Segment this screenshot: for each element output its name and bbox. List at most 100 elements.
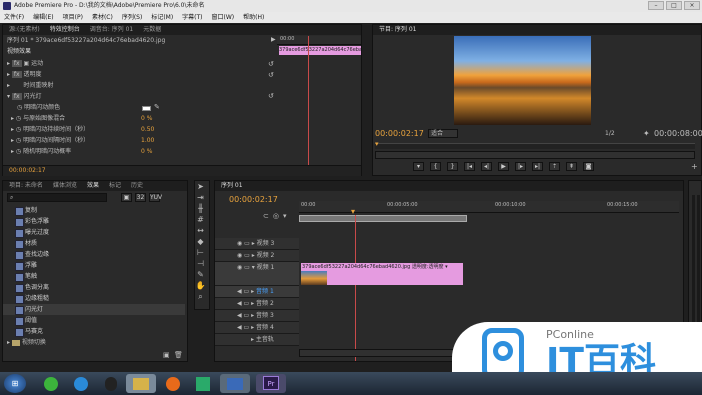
step-forward-button[interactable]: |▸ <box>515 162 526 171</box>
tab-media-browser[interactable]: 媒体浏览 <box>53 181 77 191</box>
effects-search-input[interactable]: ⌕ <box>7 193 107 202</box>
maximize-button[interactable]: □ <box>666 1 682 10</box>
ripple-edit-tool-icon[interactable]: ╫ <box>195 203 206 214</box>
menu-sequence[interactable]: 序列(S) <box>122 12 143 23</box>
delete-icon[interactable]: 🗑 <box>174 351 183 359</box>
track-header-video-2[interactable]: ◉ ▭ ▸ 视频 2 <box>215 250 299 262</box>
list-item[interactable]: 彩色浮雕 <box>3 216 185 227</box>
lift-button[interactable]: ⇡ <box>549 162 560 171</box>
hand-tool-icon[interactable]: ✋ <box>195 280 206 291</box>
list-item[interactable]: 浮雕 <box>3 260 185 271</box>
track-header-audio-3[interactable]: ◀ ▭ ▸ 音频 3 <box>215 310 299 322</box>
track-select-tool-icon[interactable]: ⇥ <box>195 192 206 203</box>
mark-in-button[interactable]: { <box>430 162 441 171</box>
taskbar-app-icon[interactable] <box>96 374 126 393</box>
taskbar-explorer-icon[interactable] <box>126 374 156 393</box>
timeline-ruler[interactable]: 00:00 00:00:05:00 00:00:10:00 00:00:15:0… <box>299 201 679 213</box>
track-header-audio-2[interactable]: ◀ ▭ ▸ 音频 2 <box>215 298 299 310</box>
param-blend-value[interactable]: 0 % <box>141 114 152 124</box>
tab-metadata[interactable]: 元数据 <box>143 25 161 35</box>
add-marker-icon[interactable]: ▾ <box>283 212 287 220</box>
menu-edit[interactable]: 编辑(E) <box>33 12 53 23</box>
snap-icon[interactable]: ⊂ <box>263 212 269 220</box>
taskbar-browser-icon[interactable] <box>158 374 188 393</box>
track-header-audio-4[interactable]: ◀ ▭ ▸ 音频 4 <box>215 322 299 334</box>
list-item[interactable]: 阈值 <box>3 315 185 326</box>
list-item[interactable]: 色调分离 <box>3 282 185 293</box>
param-probability-value[interactable]: 0 % <box>141 147 152 157</box>
slip-tool-icon[interactable]: ⊢ <box>195 247 206 258</box>
32bit-filter-button[interactable]: 32 <box>135 193 146 202</box>
menu-title[interactable]: 字幕(T) <box>182 12 202 23</box>
list-item[interactable]: 边缘粗糙 <box>3 293 185 304</box>
add-button[interactable]: + <box>691 162 698 171</box>
step-back-button[interactable]: ◂| <box>481 162 492 171</box>
play-button[interactable]: ▶ <box>498 162 509 171</box>
list-item[interactable]: 笔触 <box>3 271 185 282</box>
export-frame-button[interactable]: ◙ <box>583 162 594 171</box>
tab-effects[interactable]: 效果 <box>87 181 99 191</box>
pen-tool-icon[interactable]: ✎ <box>195 269 206 280</box>
tab-audio-mixer[interactable]: 调音台: 序列 01 <box>90 25 133 35</box>
menu-window[interactable]: 窗口(W) <box>212 12 235 23</box>
selection-tool-icon[interactable]: ➤ <box>195 181 206 192</box>
track-header-video-1[interactable]: ◉ ▭ ▾ 视频 1 <box>215 262 299 286</box>
mark-out-button[interactable]: } <box>447 162 458 171</box>
effect-motion[interactable]: ▸ fx ▣ 运动 <box>7 59 277 69</box>
effect-strobe[interactable]: ▾ fx 闪光灯 <box>7 92 277 102</box>
menu-file[interactable]: 文件(F) <box>4 12 24 23</box>
effect-opacity[interactable]: ▸ fx 透明度 <box>7 70 277 80</box>
folder-video-transitions[interactable]: ▸ 视频切换 <box>7 338 183 348</box>
start-button[interactable]: ⊞ <box>4 374 26 393</box>
param-duration-value[interactable]: 0.50 <box>141 125 154 135</box>
taskbar-window-icon[interactable] <box>220 374 250 393</box>
play-only-icon[interactable]: ▶ <box>271 36 276 43</box>
menu-clip[interactable]: 素材(C) <box>92 12 113 23</box>
extract-button[interactable]: ⇞ <box>566 162 577 171</box>
tab-markers[interactable]: 标记 <box>109 181 121 191</box>
marker-button[interactable]: ▾ <box>413 162 424 171</box>
zoom-tool-icon[interactable]: ⌕ <box>195 291 206 302</box>
tab-history[interactable]: 历史 <box>131 181 143 191</box>
resolution-dropdown[interactable]: 1/2 <box>605 130 615 137</box>
work-area-bar[interactable] <box>299 215 467 222</box>
reset-icon[interactable]: ↺ <box>268 92 274 100</box>
minimize-button[interactable]: – <box>648 1 664 10</box>
param-interval-value[interactable]: 1.00 <box>141 136 154 146</box>
list-item[interactable]: 复制 <box>3 205 185 216</box>
taskbar-app-icon[interactable] <box>188 374 218 393</box>
go-to-out-button[interactable]: ▸| <box>532 162 543 171</box>
yuv-filter-button[interactable]: YUV <box>149 193 162 202</box>
video-clip[interactable]: 379ace6df53227a204d64c76ebad4620.jpg 透明度… <box>301 263 463 285</box>
link-icon[interactable]: ◎ <box>273 212 279 220</box>
reset-icon[interactable]: ↺ <box>268 71 274 79</box>
track-header-video-3[interactable]: ◉ ▭ ▸ 视频 3 <box>215 238 299 250</box>
eyedropper-icon[interactable]: ✎ <box>154 103 160 111</box>
go-to-in-button[interactable]: |◂ <box>464 162 475 171</box>
menu-help[interactable]: 帮助(H) <box>243 12 264 23</box>
list-item-selected[interactable]: 闪光灯 <box>3 304 185 315</box>
menu-project[interactable]: 项目(P) <box>63 12 83 23</box>
list-item[interactable]: 查找边缘 <box>3 249 185 260</box>
taskbar-app-icon[interactable] <box>66 374 96 393</box>
menu-marker[interactable]: 标记(M) <box>151 12 173 23</box>
close-button[interactable]: × <box>684 1 700 10</box>
list-item[interactable]: 曝光过度 <box>3 227 185 238</box>
accelerated-filter-button[interactable]: ▣ <box>121 193 132 202</box>
rate-stretch-tool-icon[interactable]: ↔ <box>195 225 206 236</box>
list-item[interactable]: 材质 <box>3 238 185 249</box>
taskbar-app-icon[interactable] <box>36 374 66 393</box>
track-header-audio-1[interactable]: ◀ ▭ ▸ 音频 1 <box>215 286 299 298</box>
tab-program[interactable]: 节目: 序列 01 <box>379 25 416 35</box>
wrench-icon[interactable]: ✦ <box>643 129 650 138</box>
effect-time-remap[interactable]: ▸ 时间重映射 <box>7 81 277 91</box>
tab-effect-controls[interactable]: 特效控制台 <box>50 25 80 35</box>
program-scrubber[interactable]: ▾ <box>375 140 695 149</box>
taskbar-premiere-button[interactable]: Pr <box>256 374 286 393</box>
new-bin-icon[interactable]: ▣ <box>163 351 170 359</box>
slide-tool-icon[interactable]: ⊣ <box>195 258 206 269</box>
fit-dropdown[interactable]: 适合 <box>428 129 458 138</box>
color-swatch[interactable] <box>142 106 151 111</box>
program-zoom-bar[interactable] <box>375 151 695 159</box>
tab-project[interactable]: 项目: 未命名 <box>9 181 43 191</box>
